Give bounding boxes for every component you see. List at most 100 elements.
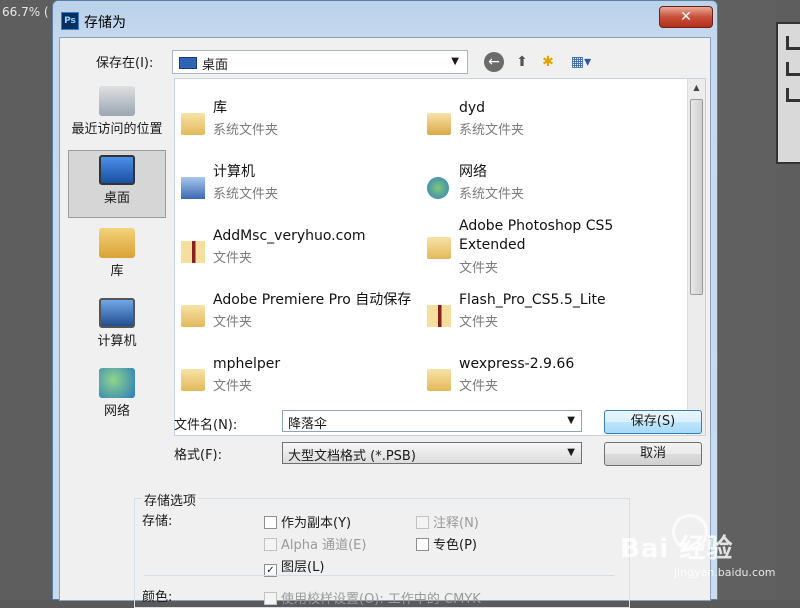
file-name: 网络 [459, 164, 487, 180]
format-select[interactable]: 大型文档格式 (*.PSB) ▼ [282, 442, 582, 464]
list-item[interactable]: mphelper 文件夹 [179, 355, 429, 415]
network-icon [427, 177, 449, 199]
options-divider [144, 575, 614, 576]
file-name: dyd [459, 100, 486, 116]
save-in-label: 保存在(I): [96, 56, 154, 71]
folder-icon [427, 305, 451, 327]
list-item[interactable]: 库 系统文件夹 [179, 99, 429, 159]
file-type: 系统文件夹 [213, 123, 279, 138]
file-name: wexpress-2.9.66 [459, 356, 575, 372]
file-name: AddMsc_veryhuo.com [213, 228, 366, 244]
library-folder-icon [181, 113, 205, 135]
color-label: 颜色: [142, 590, 173, 605]
list-item[interactable]: Adobe Photoshop CS5 Extended 文件夹 [425, 217, 675, 287]
scroll-up-icon[interactable]: ▲ [688, 79, 705, 96]
chevron-down-icon: ▼ [567, 447, 575, 458]
save-in-dropdown[interactable]: 桌面 ▼ [172, 50, 468, 74]
folder-icon [427, 237, 451, 259]
baidu-watermark: Bai 经验 jingyan.baidu.com [612, 514, 792, 584]
place-recent[interactable]: 最近访问的位置 [68, 82, 166, 150]
place-label: 桌面 [103, 191, 130, 206]
save-in-value: 桌面 [202, 58, 229, 73]
list-item[interactable]: Flash_Pro_CS5.5_Lite 文件夹 [425, 291, 675, 351]
place-desktop[interactable]: 桌面 [68, 150, 166, 218]
chevron-down-icon: ▼ [451, 56, 459, 67]
file-type: 系统文件夹 [213, 187, 279, 202]
recent-places-icon [99, 86, 135, 116]
cancel-button[interactable]: 取消 [604, 442, 702, 466]
file-name: 计算机 [213, 164, 255, 180]
filename-input[interactable]: 降落伞 ▼ [282, 410, 582, 432]
chevron-down-icon[interactable]: ▼ [567, 415, 575, 426]
place-network[interactable]: 网络 [68, 364, 166, 432]
as-copy-checkbox[interactable]: 作为副本(Y) [264, 512, 351, 531]
new-folder-icon[interactable]: ✱ [538, 52, 558, 72]
file-name: 库 [213, 100, 227, 116]
layers-label: 图层(L) [281, 560, 325, 575]
file-type: 文件夹 [213, 379, 253, 394]
watermark-brand: Bai 经验 [620, 534, 734, 564]
close-button[interactable]: ✕ [659, 6, 713, 28]
list-item[interactable]: wexpress-2.9.66 文件夹 [425, 355, 675, 415]
spot-label: 专色(P) [433, 538, 477, 553]
place-library[interactable]: 库 [68, 224, 166, 292]
dialog-title: 存储为 [84, 15, 126, 31]
file-list[interactable]: 库 系统文件夹 dyd 系统文件夹 计算机 系统文件夹 网络 系统文件夹 Add… [174, 78, 706, 436]
place-label: 库 [110, 264, 124, 279]
place-label: 最近访问的位置 [71, 122, 163, 137]
as-copy-label: 作为副本(Y) [281, 516, 352, 531]
user-folder-icon [427, 113, 451, 135]
alpha-label: Alpha 通道(E) [281, 538, 367, 553]
zoom-level: 66.7% ( [2, 5, 49, 19]
tool-icon[interactable] [786, 88, 800, 102]
place-computer[interactable]: 计算机 [68, 294, 166, 362]
vertical-scrollbar[interactable]: ▲ ▼ [687, 79, 705, 435]
list-item[interactable]: dyd 系统文件夹 [425, 99, 675, 159]
notes-label: 注释(N) [433, 516, 479, 531]
checkbox-icon [416, 516, 429, 529]
filename-value: 降落伞 [288, 417, 328, 432]
scrollbar-thumb[interactable] [690, 99, 703, 295]
back-icon[interactable]: ← [484, 52, 504, 72]
save-button[interactable]: 保存(S) [604, 410, 702, 434]
list-item[interactable]: Adobe Premiere Pro 自动保存 文件夹 [179, 291, 429, 351]
checkbox-icon [416, 538, 429, 551]
view-menu-icon[interactable]: ▦▾ [564, 52, 598, 72]
up-folder-icon[interactable]: ⬆ [512, 52, 532, 72]
tool-icon[interactable] [786, 36, 800, 50]
save-options-title: 存储选项 [142, 490, 199, 509]
desktop-icon [179, 57, 197, 69]
file-type: 文件夹 [459, 315, 499, 330]
network-icon [99, 368, 135, 398]
save-as-dialog: Ps 存储为 ✕ 保存在(I): 桌面 ▼ ← ⬆ ✱ ▦▾ 最近访问的位置 桌… [52, 0, 718, 608]
alpha-checkbox: Alpha 通道(E) [264, 534, 366, 553]
computer-icon [181, 177, 205, 199]
file-type: 文件夹 [459, 379, 499, 394]
list-item[interactable]: 网络 系统文件夹 [425, 163, 675, 223]
place-label: 计算机 [97, 334, 137, 349]
tools-panel [776, 22, 800, 164]
checkbox-icon [264, 592, 277, 605]
list-item[interactable]: 计算机 系统文件夹 [179, 163, 429, 223]
filename-label: 文件名(N): [174, 418, 238, 433]
file-name: Adobe Premiere Pro 自动保存 [213, 292, 412, 308]
library-icon [99, 228, 135, 258]
place-label: 网络 [103, 404, 130, 419]
layers-checkbox[interactable]: ✓ 图层(L) [264, 556, 324, 577]
file-name: Adobe Photoshop CS5 Extended [459, 218, 614, 253]
desktop-icon [99, 155, 135, 185]
places-bar: 最近访问的位置 桌面 库 计算机 网络 [66, 78, 168, 438]
title-bar[interactable]: Ps 存储为 ✕ [53, 1, 717, 37]
spot-checkbox[interactable]: 专色(P) [416, 534, 477, 553]
list-item[interactable]: AddMsc_veryhuo.com 文件夹 [179, 227, 429, 287]
photoshop-icon: Ps [61, 12, 79, 30]
save-label: 存储: [142, 514, 173, 529]
file-type: 文件夹 [213, 251, 253, 266]
navigation-toolbar: ← ⬆ ✱ ▦▾ [484, 52, 596, 72]
file-type: 文件夹 [459, 261, 499, 276]
watermark-url: jingyan.baidu.com [674, 566, 776, 579]
folder-icon [181, 241, 205, 263]
tool-icon[interactable] [786, 62, 800, 76]
photoshop-workspace [718, 0, 776, 600]
file-name: mphelper [213, 356, 281, 372]
